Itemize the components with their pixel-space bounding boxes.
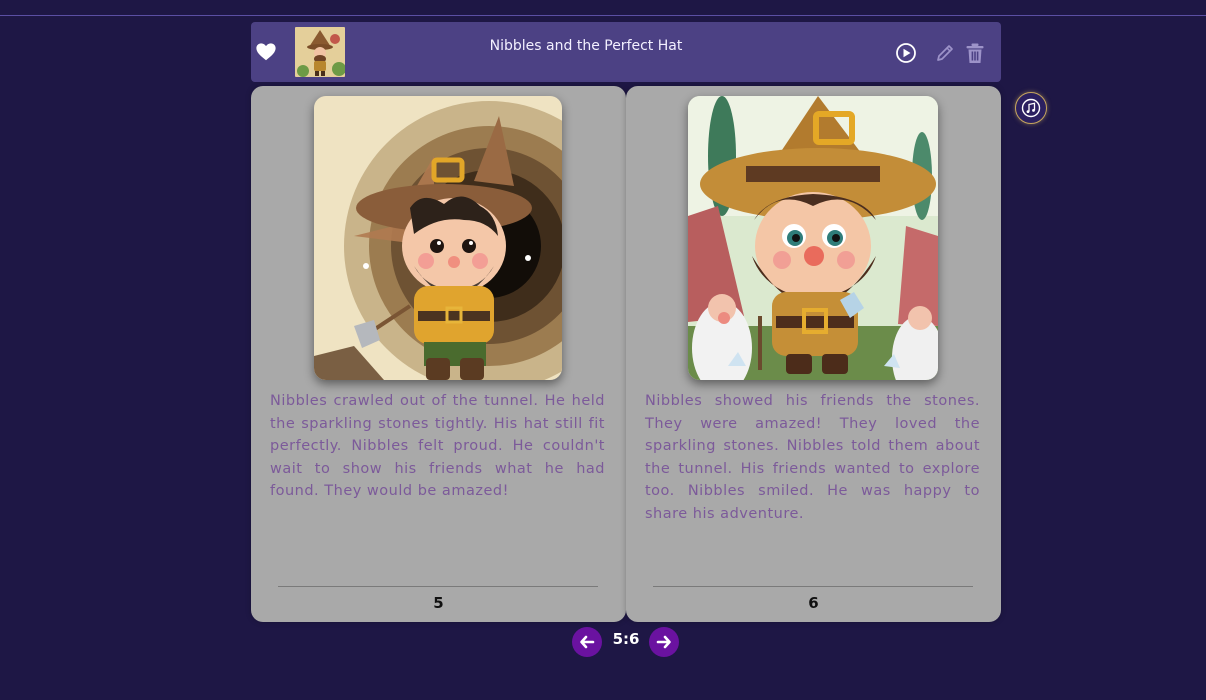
page-divider [278, 586, 598, 587]
previous-page-button[interactable] [572, 627, 602, 657]
top-divider [0, 15, 1206, 16]
pencil-icon[interactable] [934, 42, 956, 64]
page-right: Nibbles showed his friends the stones. T… [626, 86, 1001, 622]
music-note-icon[interactable] [1015, 92, 1047, 124]
page-left: Nibbles crawled out of the tunnel. He he… [251, 86, 626, 622]
play-icon[interactable] [895, 42, 917, 64]
page-illustration [314, 96, 562, 380]
book-title: Nibbles and the Perfect Hat [489, 38, 683, 54]
heart-icon[interactable] [255, 41, 277, 63]
page-illustration [688, 96, 938, 380]
next-page-button[interactable] [649, 627, 679, 657]
page-number: 6 [808, 594, 819, 612]
trash-icon[interactable] [964, 42, 986, 64]
book-cover-thumbnail[interactable] [295, 27, 345, 77]
page-counter: 5:6 [612, 630, 640, 648]
arrow-right-icon [656, 635, 671, 649]
page-number: 5 [433, 594, 444, 612]
book-header: Nibbles and the Perfect Hat [251, 22, 1001, 82]
story-text: Nibbles crawled out of the tunnel. He he… [270, 393, 605, 499]
story-text: Nibbles showed his friends the stones. T… [645, 393, 980, 522]
page-divider [653, 586, 973, 587]
arrow-left-icon [580, 635, 595, 649]
